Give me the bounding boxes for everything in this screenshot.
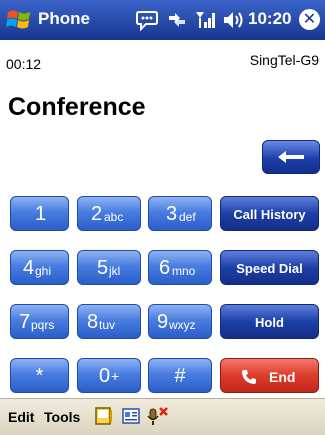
- hold-label: Hold: [255, 315, 284, 330]
- key-letters: +: [111, 368, 120, 384]
- key-digit: 7: [19, 311, 31, 333]
- key-digit: 6: [159, 257, 171, 279]
- hold-button[interactable]: Hold: [220, 304, 319, 339]
- call-timer: 00:12: [6, 56, 42, 72]
- key-digit: 5: [97, 257, 109, 279]
- key-2[interactable]: 2 abc: [77, 196, 141, 231]
- key-1[interactable]: 1: [10, 196, 69, 231]
- key-8[interactable]: 8 tuv: [77, 304, 141, 339]
- menu-bar: Edit Tools: [0, 398, 325, 435]
- key-5[interactable]: 5 jkl: [77, 250, 141, 285]
- key-digit: 1: [35, 203, 47, 225]
- key-letters: def: [179, 210, 196, 224]
- key-digit: *: [35, 365, 44, 387]
- key-letters: ghi: [35, 264, 52, 278]
- title-bar: Phone 10:20 ✕: [0, 0, 325, 40]
- mute-microphone-icon[interactable]: [147, 406, 169, 428]
- end-call-label: End: [269, 369, 296, 385]
- windows-start-icon[interactable]: [5, 6, 33, 34]
- backspace-arrow-icon: [278, 151, 304, 163]
- key-digit: #: [174, 365, 186, 387]
- key-digit: 3: [166, 203, 178, 225]
- key-9[interactable]: 9 wxyz: [148, 304, 212, 339]
- key-letters: abc: [104, 210, 124, 224]
- menu-edit[interactable]: Edit: [8, 409, 34, 425]
- key-hash[interactable]: #: [148, 358, 212, 393]
- key-letters: pqrs: [31, 318, 55, 332]
- close-button[interactable]: ✕: [299, 9, 320, 30]
- key-digit: 9: [157, 311, 169, 333]
- key-4[interactable]: 4 ghi: [10, 250, 69, 285]
- notes-card-icon[interactable]: [121, 406, 141, 426]
- carrier-name: SingTel-G9: [249, 52, 319, 68]
- message-notification-icon[interactable]: [136, 8, 158, 32]
- close-icon: ✕: [302, 11, 317, 28]
- key-digit: 2: [91, 203, 103, 225]
- key-letters: tuv: [99, 318, 116, 332]
- key-digit: 0: [99, 365, 111, 387]
- key-digit: 8: [87, 311, 99, 333]
- key-3[interactable]: 3 def: [148, 196, 212, 231]
- key-digit: 4: [23, 257, 35, 279]
- speed-dial-label: Speed Dial: [236, 261, 303, 276]
- key-star[interactable]: *: [10, 358, 69, 393]
- end-call-button[interactable]: End: [220, 358, 319, 393]
- volume-icon[interactable]: [222, 8, 244, 32]
- clock[interactable]: 10:20: [248, 9, 291, 29]
- key-6[interactable]: 6 mno: [148, 250, 212, 285]
- phone-handset-icon: [242, 370, 256, 384]
- signal-strength-icon[interactable]: [194, 8, 218, 32]
- menu-tools[interactable]: Tools: [44, 409, 80, 425]
- backspace-button[interactable]: [262, 140, 320, 174]
- key-0[interactable]: 0 +: [77, 358, 141, 393]
- contacts-card-icon[interactable]: [94, 406, 114, 426]
- speed-dial-button[interactable]: Speed Dial: [220, 250, 319, 285]
- connectivity-icon[interactable]: [165, 8, 189, 32]
- app-title: Phone: [38, 9, 90, 28]
- call-status: Conference: [8, 93, 146, 121]
- call-history-button[interactable]: Call History: [220, 196, 319, 231]
- call-history-label: Call History: [233, 207, 306, 222]
- key-letters: mno: [172, 264, 196, 278]
- key-letters: wxyz: [169, 318, 196, 332]
- key-7[interactable]: 7 pqrs: [10, 304, 69, 339]
- key-letters: jkl: [109, 264, 121, 278]
